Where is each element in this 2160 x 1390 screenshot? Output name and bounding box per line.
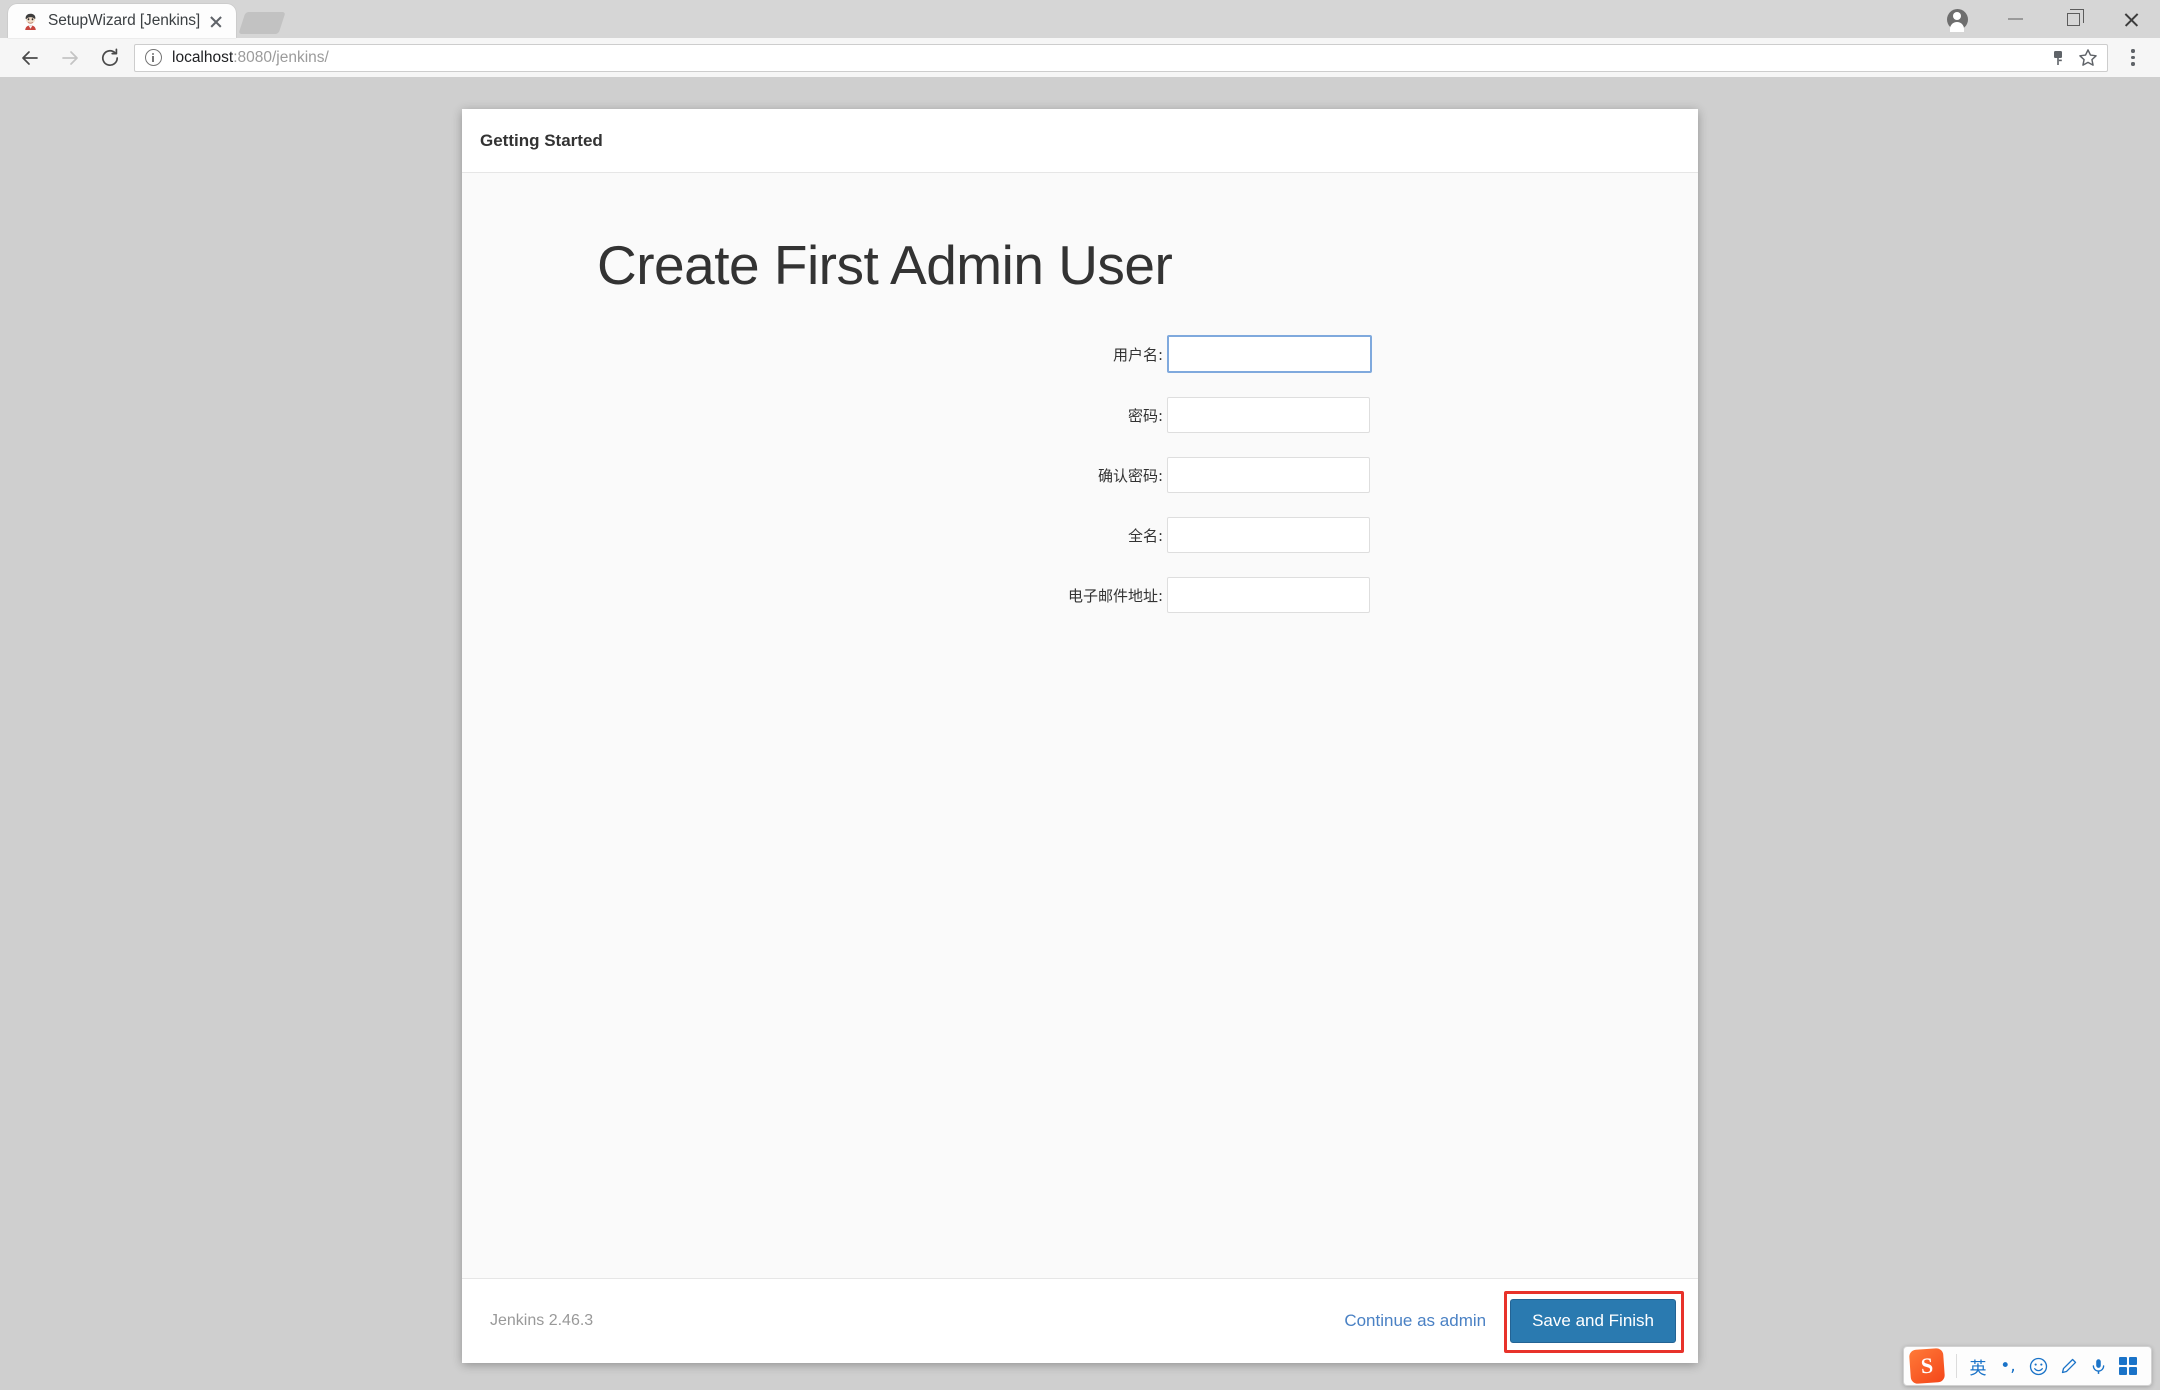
maximize-icon: [2066, 8, 2084, 26]
page-title: Create First Admin User: [597, 234, 1173, 296]
grid-cell: [2119, 1367, 2127, 1375]
ime-apps-grid-icon[interactable]: [2113, 1350, 2143, 1382]
menu-dot: [2131, 55, 2135, 60]
footer-actions: Continue as admin Save and Finish: [1344, 1299, 1676, 1343]
sogou-ime-toolbar: S 英 •,: [1903, 1346, 2152, 1386]
close-window-button[interactable]: [2102, 0, 2160, 38]
back-button[interactable]: [10, 38, 50, 78]
form-row-fullname: 全名:: [462, 517, 1698, 553]
ime-pen-icon[interactable]: [2053, 1350, 2083, 1382]
tab-close-icon[interactable]: [206, 11, 226, 31]
page-viewport: Getting Started Create First Admin User …: [0, 79, 2160, 1390]
back-arrow-icon: [22, 50, 38, 65]
ime-punctuation-button[interactable]: •,: [1993, 1350, 2023, 1382]
browser-tab-setupwizard[interactable]: SetupWizard [Jenkins]: [8, 4, 236, 38]
omnibox-actions: [2047, 47, 2101, 69]
panel-body: Create First Admin User 用户名: 密码: 确认密码: 全…: [462, 173, 1698, 1278]
jenkins-setup-panel: Getting Started Create First Admin User …: [462, 109, 1698, 1363]
reload-button[interactable]: [90, 38, 130, 78]
menu-dot: [2131, 49, 2135, 53]
url-path: :8080/jenkins/: [233, 48, 329, 66]
menu-dot: [2131, 62, 2135, 66]
minimize-icon: [2007, 18, 2023, 20]
ime-microphone-icon[interactable]: [2083, 1350, 2113, 1382]
bookmark-star-icon[interactable]: [2077, 47, 2099, 69]
email-field[interactable]: [1167, 577, 1370, 613]
tab-strip: SetupWizard [Jenkins]: [0, 0, 2160, 38]
browser-toolbar: localhost:8080/jenkins/: [0, 38, 2160, 78]
profile-avatar-button[interactable]: [1928, 0, 1986, 38]
address-bar[interactable]: localhost:8080/jenkins/: [134, 43, 2108, 72]
chrome-browser-window: SetupWizard [Jenkins] localhost:8080/jen…: [0, 0, 2160, 1390]
apps-grid-icon: [2119, 1357, 2137, 1375]
create-admin-user-form: 用户名: 密码: 确认密码: 全名: 电子邮件地址:: [462, 335, 1698, 637]
tab-title: SetupWizard [Jenkins]: [48, 12, 201, 29]
ime-emoji-icon[interactable]: [2023, 1350, 2053, 1382]
confirm-password-label: 确认密码:: [1097, 466, 1163, 485]
grid-cell: [2129, 1367, 2137, 1375]
minimize-button[interactable]: [1986, 0, 2044, 38]
forward-arrow-icon: [62, 50, 78, 65]
profile-avatar-icon: [1946, 8, 1968, 32]
forward-button[interactable]: [50, 38, 90, 78]
browser-menu-button[interactable]: [2116, 38, 2150, 78]
url-host: localhost: [172, 48, 234, 66]
continue-as-admin-link[interactable]: Continue as admin: [1344, 1311, 1486, 1331]
panel-header-title: Getting Started: [480, 130, 603, 150]
form-row-email: 电子邮件地址:: [462, 577, 1698, 613]
jenkins-butler-favicon: [22, 13, 39, 30]
ime-language-mode-button[interactable]: 英: [1963, 1350, 1993, 1382]
info-circle-icon[interactable]: [145, 49, 162, 66]
ime-divider: [1956, 1354, 1957, 1378]
reload-icon: [101, 48, 119, 66]
grid-cell: [2119, 1357, 2127, 1365]
panel-footer: Jenkins 2.46.3 Continue as admin Save an…: [462, 1278, 1698, 1363]
jenkins-version-label: Jenkins 2.46.3: [490, 1312, 594, 1329]
email-label: 电子邮件地址:: [1067, 586, 1163, 605]
maximize-button[interactable]: [2044, 0, 2102, 38]
save-and-finish-button[interactable]: Save and Finish: [1510, 1299, 1676, 1343]
grid-cell: [2129, 1357, 2137, 1365]
panel-header: Getting Started: [462, 109, 1698, 173]
password-field[interactable]: [1167, 397, 1370, 433]
window-controls: [1928, 0, 2160, 38]
form-row-confirm-password: 确认密码:: [462, 457, 1698, 493]
close-window-icon: [2123, 11, 2140, 28]
key-icon[interactable]: [2047, 47, 2069, 69]
fullname-field[interactable]: [1167, 517, 1370, 553]
username-field[interactable]: [1167, 335, 1372, 373]
form-row-password: 密码:: [462, 397, 1698, 433]
password-label: 密码:: [1127, 406, 1163, 425]
address-bar-url: localhost:8080/jenkins/: [172, 49, 329, 67]
confirm-password-field[interactable]: [1167, 457, 1370, 493]
form-row-username: 用户名:: [462, 335, 1698, 373]
fullname-label: 全名:: [1127, 526, 1163, 545]
sogou-logo-icon[interactable]: S: [1908, 1347, 1946, 1385]
new-tab-button[interactable]: [238, 12, 286, 34]
username-label: 用户名:: [1112, 345, 1163, 364]
